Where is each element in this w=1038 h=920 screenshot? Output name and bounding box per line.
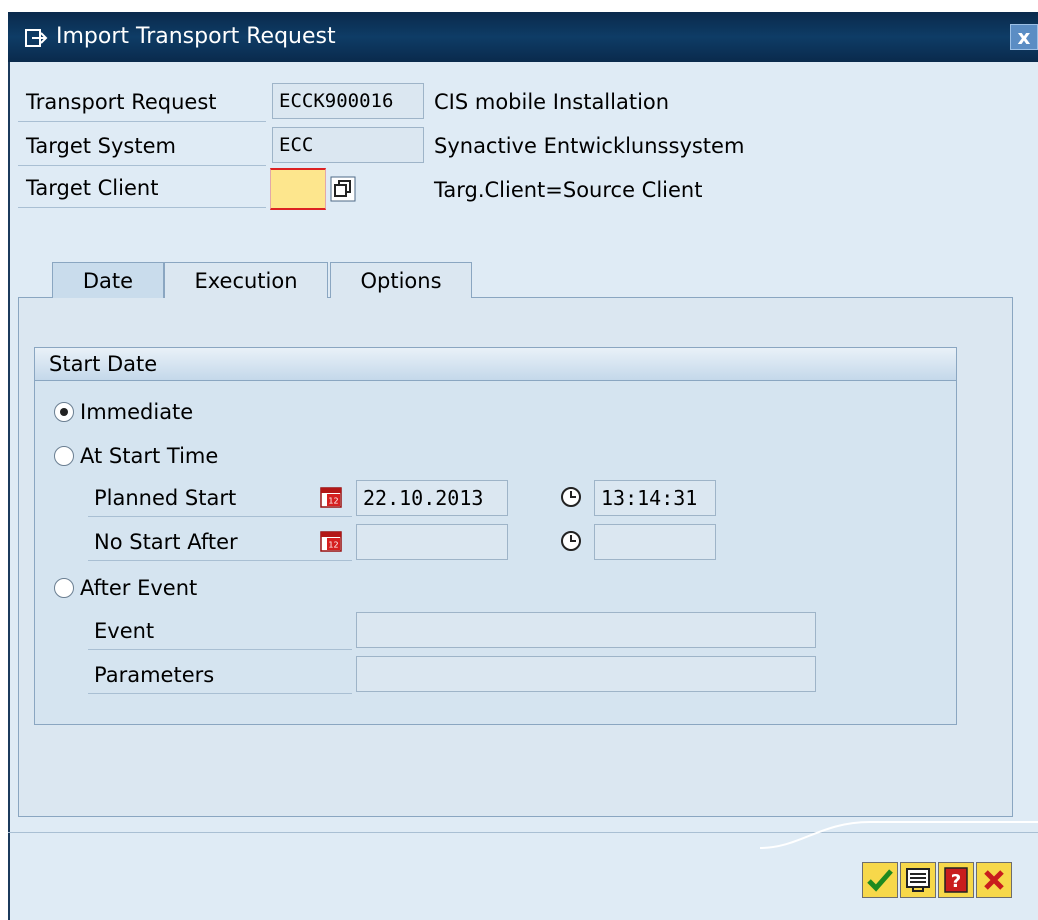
calendar-icon[interactable]: 12 xyxy=(320,486,342,508)
clock-icon[interactable] xyxy=(560,486,582,508)
at-start-time-radio[interactable] xyxy=(54,446,74,466)
planned-start-label: Planned Start xyxy=(88,481,352,517)
continue-button[interactable] xyxy=(862,862,898,898)
svg-text:12: 12 xyxy=(328,541,338,550)
event-field[interactable] xyxy=(356,612,816,648)
transport-request-label: Transport Request xyxy=(18,84,266,122)
transport-icon xyxy=(25,29,48,47)
planned-start-time-field[interactable]: 13:14:31 xyxy=(594,480,716,516)
display-button[interactable] xyxy=(900,862,936,898)
target-system-label: Target System xyxy=(18,128,266,166)
no-start-after-date-field[interactable] xyxy=(356,524,508,560)
target-client-label: Target Client xyxy=(18,170,266,208)
start-date-group-title: Start Date xyxy=(34,347,957,381)
tab-options[interactable]: Options xyxy=(330,262,472,298)
transport-request-field[interactable]: ECCK900016 xyxy=(272,83,424,119)
help-button[interactable]: ? xyxy=(938,862,974,898)
parameters-field[interactable] xyxy=(356,656,816,692)
target-system-field[interactable]: ECC xyxy=(272,127,424,163)
transport-request-description: CIS mobile Installation xyxy=(434,90,670,114)
tab-execution[interactable]: Execution xyxy=(164,262,328,298)
target-client-input[interactable] xyxy=(270,168,326,210)
after-event-radio[interactable] xyxy=(54,578,74,598)
tab-date[interactable]: Date xyxy=(52,262,164,298)
checkmark-icon xyxy=(867,869,893,892)
help-icon: ? xyxy=(944,867,968,893)
after-event-label: After Event xyxy=(80,576,198,600)
clock-icon[interactable] xyxy=(560,530,582,552)
planned-start-date-field[interactable]: 22.10.2013 xyxy=(356,480,508,516)
close-button[interactable]: x xyxy=(1010,24,1038,50)
svg-text:?: ? xyxy=(951,871,961,892)
footer-curve xyxy=(760,821,1038,849)
cancel-icon xyxy=(984,870,1004,890)
window-title: Import Transport Request xyxy=(56,24,336,49)
no-start-after-time-field[interactable] xyxy=(594,524,716,560)
no-start-after-label: No Start After xyxy=(88,525,352,561)
target-system-description: Synactive Entwicklunssystem xyxy=(434,134,745,158)
parameters-label: Parameters xyxy=(88,658,352,694)
immediate-radio[interactable] xyxy=(54,402,74,422)
at-start-time-label: At Start Time xyxy=(80,444,219,468)
immediate-label: Immediate xyxy=(80,400,194,424)
target-client-description: Targ.Client=Source Client xyxy=(434,178,703,202)
calendar-icon[interactable]: 12 xyxy=(320,530,342,552)
copy-icon[interactable] xyxy=(330,176,356,202)
cancel-button[interactable] xyxy=(976,862,1012,898)
event-label: Event xyxy=(88,614,352,650)
svg-text:12: 12 xyxy=(328,497,338,506)
display-icon xyxy=(906,868,930,892)
